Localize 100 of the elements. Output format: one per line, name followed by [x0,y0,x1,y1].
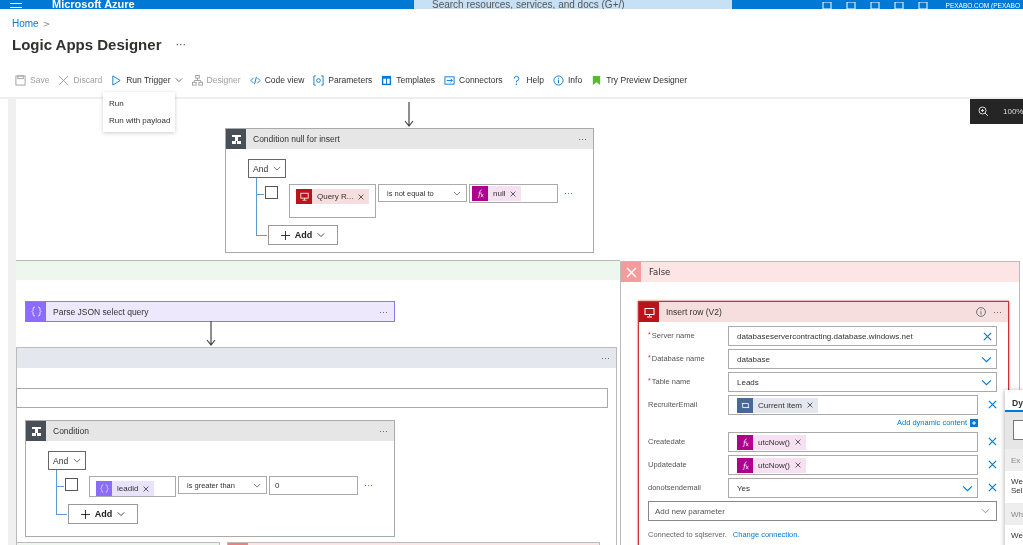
breadcrumb-link[interactable]: Home [12,18,39,29]
group-dropdown[interactable]: And [248,159,286,178]
remove-icon [510,190,517,197]
token-label: Current item [758,400,802,410]
value-field[interactable]: null [469,184,558,203]
play-icon [111,74,123,86]
chevron-down-icon [117,511,126,517]
braces-icon [99,484,109,493]
token-chip[interactable]: Query R... [296,189,370,204]
chevron-down-icon [453,190,461,196]
value-field[interactable]: 0 [269,476,358,495]
brand-name[interactable]: Microsoft Azure [52,0,172,9]
dropdown-field[interactable]: Yes [728,478,978,498]
more-button[interactable]: ··· [379,426,388,436]
menu-icon[interactable] [10,3,22,9]
braces-icon [30,306,42,317]
toolbar-button[interactable]: Code view [249,74,305,86]
zoom-level: 100% [1003,107,1023,116]
group-dropdown[interactable]: And [48,451,86,470]
toolbar-button[interactable]: Info [552,74,583,86]
connector-icon [444,74,455,86]
zoom-in-icon[interactable] [978,106,989,117]
menu-item[interactable]: Run [103,95,175,112]
chevron-down-icon [981,378,992,386]
plus-icon [80,509,90,519]
token-chip[interactable]: utcNow() [737,434,806,450]
node-title: Condition [53,426,90,436]
chevron-down-icon [317,232,326,238]
more-button[interactable]: ··· [175,37,186,51]
arrow-down-icon [404,102,414,127]
node-title: Insert row (V2) [666,307,723,317]
chevron-down-icon [253,482,261,488]
text-field[interactable]: databaseservercontracting.database.windows.net [728,326,997,346]
hierarchy-icon [191,74,203,86]
plus-icon [970,418,978,427]
toolbar-button[interactable]: Help [511,74,544,86]
panel-tab[interactable]: Dy [1005,390,1023,412]
content-item[interactable]: We [1005,525,1023,545]
arrow-down-icon [206,321,216,346]
token-label: utcNow() [758,460,790,470]
menu-item[interactable]: Run with payload [103,112,175,129]
token-field[interactable]: Current item [728,395,978,415]
function-icon [475,189,485,198]
token-chip[interactable]: leadid [96,481,155,496]
token-label: Query R... [317,192,354,201]
function-icon [740,460,750,470]
token-field[interactable]: Query R... [289,184,376,218]
more-button[interactable]: ··· [364,480,373,490]
token-field[interactable]: leadid [89,476,176,497]
section-heading: Ex [1005,449,1023,471]
more-button[interactable]: ··· [578,134,587,144]
add-button[interactable]: Add [268,225,338,245]
token-label: null [493,189,506,198]
dropdown-field[interactable]: Leads [728,372,997,392]
toolbar-button[interactable]: Connectors [444,74,503,86]
toolbar-button[interactable]: Try Preview Designer [591,74,688,86]
input-field[interactable] [16,388,608,408]
token-chip[interactable]: Current item [737,397,818,413]
monitor-icon [299,192,309,201]
flag-icon [591,74,603,86]
remove-icon [795,439,801,445]
more-button[interactable]: ··· [601,353,610,363]
templates-icon [381,74,393,86]
toolbar-button[interactable]: Run Trigger [111,74,183,86]
chevron-down-icon [962,484,973,492]
toolbar-button[interactable]: Parameters [313,74,373,86]
close-icon [58,74,70,86]
chevron-down-icon [174,77,183,83]
more-button[interactable]: ··· [993,307,1002,317]
dropdown-field[interactable]: database [728,349,997,369]
add-button[interactable]: Add [68,504,138,524]
more-button[interactable]: ··· [379,306,388,317]
page-title: Logic Apps Designer [12,35,162,53]
info-icon [552,74,564,86]
section-heading: Wh [1005,503,1023,525]
breadcrumb-separator: > [42,18,51,29]
token-field[interactable]: utcNow() [728,432,978,452]
toolbar-button[interactable]: Templates [381,74,435,86]
checkbox[interactable] [265,186,278,199]
more-button[interactable]: ··· [564,188,573,198]
branch-title: False [649,267,672,277]
content-item[interactable]: We Sel [1005,471,1023,503]
token-label: leadid [117,484,139,493]
loop-icon [740,400,750,410]
plus-icon [280,230,290,240]
code-icon [249,74,261,86]
parameter-dropdown[interactable]: Add new parameter [648,501,997,521]
node-title: Condition null for insert [253,134,341,144]
parameters-icon [313,74,325,86]
token-chip[interactable]: null [472,186,522,201]
remove-icon [143,485,150,492]
chevron-down-icon [73,458,81,463]
monitor-icon [643,306,655,318]
chevron-down-icon [981,355,992,363]
token-chip[interactable]: utcNow() [737,457,806,473]
token-field[interactable]: utcNow() [728,455,978,475]
remove-icon [807,402,813,408]
checkbox[interactable] [65,478,78,491]
info-icon [976,307,986,317]
clear-icon [983,331,992,341]
